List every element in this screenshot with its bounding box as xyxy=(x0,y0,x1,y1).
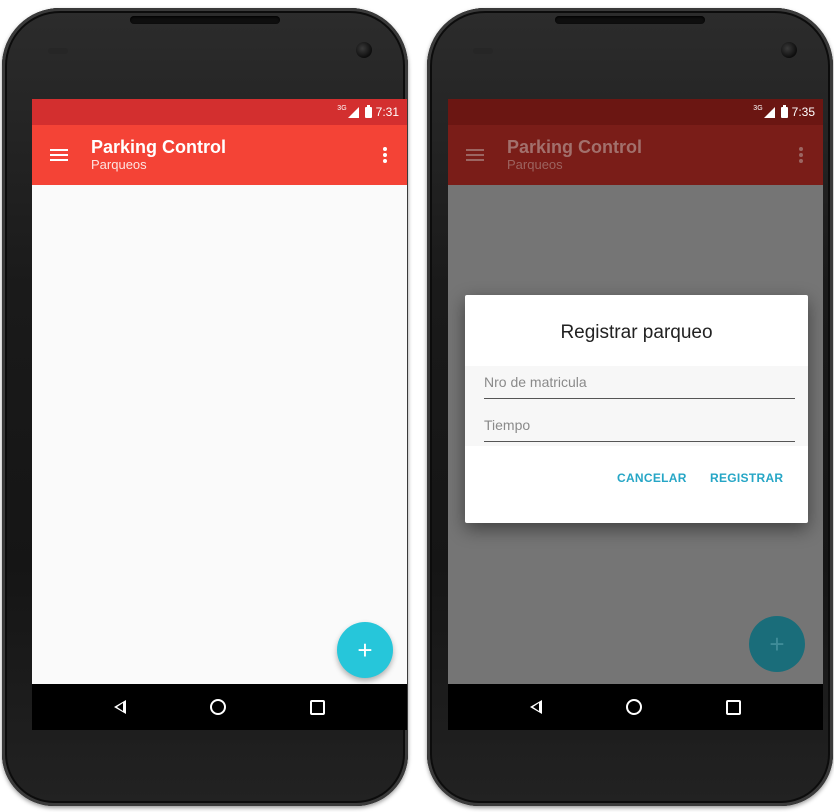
speaker-grille xyxy=(555,16,705,24)
app-subtitle: Parqueos xyxy=(507,157,563,172)
register-parking-dialog: Registrar parqueo CANCELAR REGISTRAR xyxy=(465,295,808,523)
app-title: Parking Control xyxy=(91,137,227,157)
more-vert-icon[interactable] xyxy=(383,147,387,163)
speaker-grille xyxy=(130,16,280,24)
dialog-title: Registrar parqueo xyxy=(560,322,713,343)
add-parking-fab[interactable]: + xyxy=(337,622,393,678)
app-subtitle: Parqueos xyxy=(91,157,147,172)
home-circle-icon[interactable] xyxy=(626,699,642,715)
proximity-sensor xyxy=(48,48,68,54)
plate-field xyxy=(484,368,795,399)
dialog-form xyxy=(465,366,808,446)
toolbar-titles: Parking Control Parqueos xyxy=(507,137,799,173)
status-time: 7:31 xyxy=(375,105,399,119)
network-type: 3G xyxy=(753,104,763,112)
register-button[interactable]: REGISTRAR xyxy=(706,467,787,489)
navigation-bar xyxy=(448,684,823,730)
back-triangle-icon[interactable] xyxy=(114,700,126,714)
plate-number-input[interactable] xyxy=(484,368,795,396)
app-toolbar: Parking Control Parqueos xyxy=(448,125,823,185)
signal-icon xyxy=(763,106,775,118)
add-parking-fab: + xyxy=(749,616,805,672)
toolbar-titles: Parking Control Parqueos xyxy=(91,137,383,173)
battery-icon xyxy=(364,104,372,118)
battery-icon xyxy=(780,104,788,118)
right-phone: 3G 7:35 Parking Control Parqueos + Regis… xyxy=(427,8,833,806)
network-type: 3G xyxy=(337,104,347,112)
navigation-bar xyxy=(32,684,407,730)
left-screen: 3G 7:31 Parking Control Parqueos + xyxy=(32,99,407,730)
recents-square-icon[interactable] xyxy=(726,699,741,715)
status-bar: 3G 7:35 xyxy=(448,99,823,125)
status-time: 7:35 xyxy=(791,105,815,119)
signal-icon xyxy=(347,106,359,118)
app-title: Parking Control xyxy=(507,137,643,157)
time-field xyxy=(484,411,795,442)
right-screen: 3G 7:35 Parking Control Parqueos + Regis… xyxy=(448,99,823,730)
home-circle-icon[interactable] xyxy=(210,699,226,715)
left-phone: 3G 7:31 Parking Control Parqueos + xyxy=(2,8,408,806)
time-input[interactable] xyxy=(484,411,795,439)
back-triangle-icon[interactable] xyxy=(530,700,542,714)
front-camera xyxy=(781,42,797,58)
hamburger-menu-icon[interactable] xyxy=(50,148,68,162)
hamburger-menu-icon xyxy=(466,148,484,162)
more-vert-icon xyxy=(799,147,803,163)
front-camera xyxy=(356,42,372,58)
cancel-button[interactable]: CANCELAR xyxy=(613,467,691,489)
proximity-sensor xyxy=(473,48,493,54)
app-toolbar: Parking Control Parqueos xyxy=(32,125,407,185)
status-bar: 3G 7:31 xyxy=(32,99,407,125)
recents-square-icon[interactable] xyxy=(310,699,325,715)
